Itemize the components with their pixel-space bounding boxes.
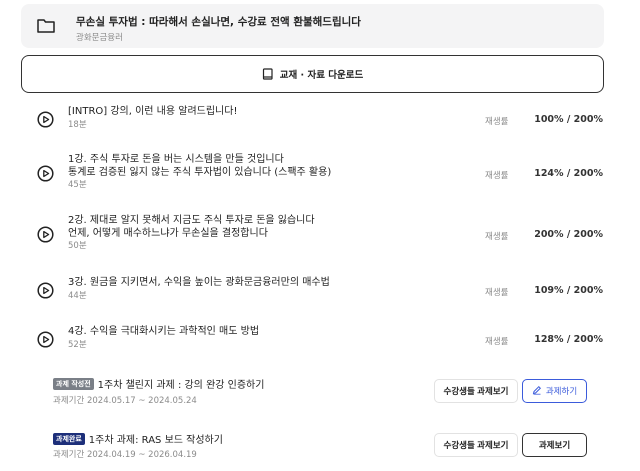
play-rate-label: 재생률 [485, 232, 509, 242]
view-assignment-button[interactable]: 과제보기 [522, 433, 587, 457]
play-icon[interactable] [37, 111, 54, 132]
course-header: 무손실 투자법 : 따라해서 손실나면, 수강료 전액 환불해드립니다 광화문금… [21, 4, 604, 48]
play-rate-value: 109% / 200% [534, 285, 603, 296]
lecture-title: 2강. 제대로 알지 못해서 지금도 주식 투자로 돈을 잃습니다 [68, 215, 315, 226]
lecture-row[interactable]: 1강. 주식 투자로 돈을 버는 시스템을 만들 것입니다 통계로 검증된 잃지… [0, 153, 640, 195]
lecture-row[interactable]: 4강. 수익을 극대화시키는 과학적인 매도 방법 52분 재생률 128% /… [0, 324, 640, 354]
assignment-row: 과제완료 1주차 과제: RAS 보드 작성하기 과제기간 2024.04.19… [0, 429, 640, 463]
play-rate-label: 재생률 [485, 117, 509, 127]
course-instructor: 광화문금융러 [76, 33, 123, 43]
play-rate-value: 124% / 200% [534, 168, 603, 179]
play-icon[interactable] [37, 226, 54, 247]
lecture-duration: 18분 [68, 119, 87, 130]
lecture-duration: 50분 [68, 241, 87, 251]
assignment-status-badge: 과제완료 [53, 432, 85, 445]
do-assignment-label: 과제하기 [545, 386, 578, 396]
play-rate-label: 재생률 [485, 337, 509, 347]
pencil-icon [532, 385, 542, 397]
lecture-duration: 44분 [68, 290, 87, 301]
play-rate-label: 재생률 [485, 288, 509, 298]
lecture-title: 1강. 주식 투자로 돈을 버는 시스템을 만들 것입니다 [68, 154, 284, 165]
assignment-period: 과제기간 2024.05.17 ~ 2024.05.24 [53, 396, 197, 406]
assignment-period: 과제기간 2024.04.19 ~ 2026.04.19 [53, 450, 197, 460]
download-label: 교재 · 자료 다운로드 [279, 70, 364, 81]
course-title: 무손실 투자법 : 따라해서 손실나면, 수강료 전액 환불해드립니다 [76, 16, 361, 28]
play-icon[interactable] [37, 331, 54, 352]
play-rate-value: 200% / 200% [534, 229, 603, 240]
play-rate-value: 128% / 200% [534, 334, 603, 345]
play-rate-label: 재생률 [485, 171, 509, 181]
view-student-assignments-button[interactable]: 수강생들 과제보기 [434, 379, 518, 403]
lecture-row[interactable]: 3강. 원금을 지키면서, 수익을 높이는 광화문금융러만의 매수법 44분 재… [0, 275, 640, 305]
lecture-duration: 52분 [68, 339, 87, 350]
do-assignment-button[interactable]: 과제하기 [522, 379, 587, 403]
folder-icon [37, 18, 55, 37]
lecture-title: 3강. 원금을 지키면서, 수익을 높이는 광화문금융러만의 매수법 [68, 277, 330, 288]
download-materials-button[interactable]: 교재 · 자료 다운로드 [21, 55, 604, 93]
assignment-title: 1주차 챌린지 과제 : 강의 완강 인증하기 [97, 380, 265, 391]
play-icon[interactable] [37, 282, 54, 303]
lecture-row[interactable]: 2강. 제대로 알지 못해서 지금도 주식 투자로 돈을 잃습니다 언제, 어떻… [0, 214, 640, 256]
lecture-title-line2: 언제, 어떻게 매수하느냐가 무손실을 결정합니다 [68, 227, 268, 239]
assignment-title: 1주차 과제: RAS 보드 작성하기 [88, 435, 223, 446]
lecture-title: 4강. 수익을 극대화시키는 과학적인 매도 방법 [68, 326, 260, 337]
lecture-row[interactable]: [INTRO] 강의, 이런 내용 알려드립니다! 18분 재생률 100% /… [0, 104, 640, 134]
play-icon[interactable] [37, 165, 54, 186]
book-icon [262, 65, 274, 84]
lecture-duration: 45분 [68, 180, 87, 190]
lecture-title-line2: 통계로 검증된 잃지 않는 주식 투자법이 있습니다 (스팩주 활용) [68, 166, 332, 178]
lecture-title: [INTRO] 강의, 이런 내용 알려드립니다! [68, 106, 238, 117]
play-rate-value: 100% / 200% [534, 114, 603, 125]
assignment-status-badge: 과제 작성전 [53, 377, 94, 390]
view-student-assignments-button[interactable]: 수강생들 과제보기 [434, 433, 518, 457]
assignment-row: 과제 작성전 1주차 챌린지 과제 : 강의 완강 인증하기 과제기간 2024… [0, 374, 640, 408]
